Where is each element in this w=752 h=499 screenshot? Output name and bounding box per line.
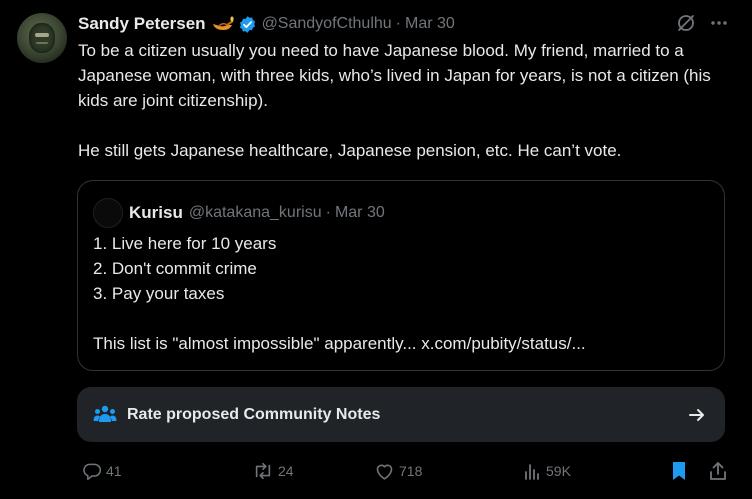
community-notes-button[interactable]: Rate proposed Community Notes — [77, 387, 725, 442]
views-count: 59K — [546, 463, 571, 479]
verified-badge-icon[interactable] — [238, 15, 257, 34]
community-notes-label: Rate proposed Community Notes — [127, 405, 381, 423]
quoted-list-item: 2. Don't commit crime — [93, 259, 257, 278]
heart-icon — [374, 461, 395, 481]
quoted-author-avatar[interactable] — [93, 198, 123, 228]
tweet-text: To be a citizen usually you need to have… — [78, 38, 728, 163]
bookmark-button[interactable] — [666, 458, 688, 484]
views-button[interactable]: 59K — [518, 458, 571, 484]
arrow-right-icon — [687, 405, 707, 425]
quoted-tweet-body: 1. Live here for 10 years 2. Don't commi… — [93, 231, 713, 356]
repost-count: 24 — [278, 463, 294, 479]
tweet-actions: 41 24 718 59K — [78, 458, 728, 484]
tweet-paragraph: He still gets Japanese healthcare, Japan… — [78, 141, 622, 160]
share-button[interactable] — [704, 458, 728, 484]
separator-dot: · — [395, 15, 401, 32]
like-count: 718 — [399, 463, 423, 479]
author-avatar[interactable] — [17, 13, 67, 63]
author-name[interactable]: Sandy Petersen — [78, 14, 206, 34]
repost-icon — [252, 461, 274, 481]
oil-lamp-emoji-icon — [212, 16, 234, 32]
tweet-date[interactable]: Mar 30 — [405, 15, 455, 33]
quoted-list-item: 1. Live here for 10 years — [93, 234, 277, 253]
quoted-tweet-date[interactable]: Mar 30 — [335, 204, 385, 222]
reply-icon — [82, 461, 102, 481]
like-button[interactable]: 718 — [370, 458, 422, 484]
author-handle[interactable]: @SandyofCthulhu — [262, 15, 392, 33]
grok-icon[interactable] — [676, 13, 696, 33]
quoted-author-name[interactable]: Kurisu — [129, 203, 183, 223]
separator-dot: · — [325, 204, 331, 221]
quoted-author-handle[interactable]: @katakana_kurisu — [189, 204, 322, 222]
quoted-closing-text: This list is "almost impossible" apparen… — [93, 334, 586, 353]
bookmark-icon — [670, 460, 688, 482]
share-icon — [708, 461, 728, 481]
views-chart-icon — [522, 461, 542, 481]
reply-button[interactable]: 41 — [78, 458, 122, 484]
community-notes-icon — [93, 404, 117, 426]
repost-button[interactable]: 24 — [248, 458, 294, 484]
quoted-tweet[interactable]: Kurisu @katakana_kurisu · Mar 30 1. Live… — [77, 180, 725, 371]
reply-count: 41 — [106, 463, 122, 479]
quoted-tweet-header: Kurisu @katakana_kurisu · Mar 30 — [93, 198, 385, 228]
quoted-list-item: 3. Pay your taxes — [93, 284, 225, 303]
more-options-icon[interactable] — [710, 20, 728, 26]
tweet-paragraph: To be a citizen usually you need to have… — [78, 41, 711, 110]
tweet-top-icons — [676, 13, 728, 33]
tweet-header: Sandy Petersen @SandyofCthulhu · Mar 30 — [78, 12, 455, 36]
